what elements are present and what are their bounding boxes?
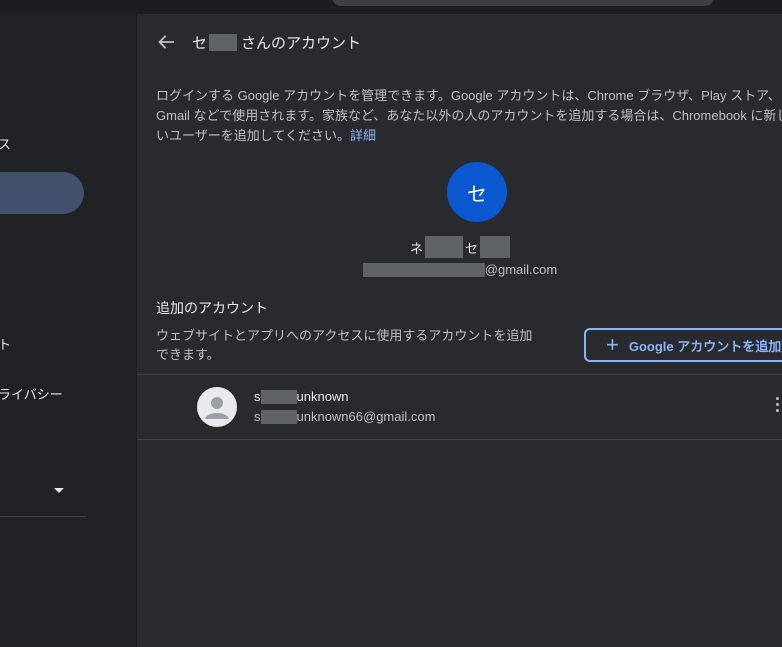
additional-accounts-description: ウェブサイトとアプリへのアクセスに使用するアカウントを追加 できます。 [156,326,556,364]
name-part-2: セ [465,240,479,256]
sidebar-item-active[interactable] [0,172,84,214]
name-part-1: ネ [409,240,423,256]
description-line-3: いユーザーを追加してください。 [156,128,350,143]
account-row: s unknown s unknown66@gmail.com [137,375,782,439]
primary-account-name: ネ セ [137,236,782,258]
email-suffix: @gmail.com [484,262,558,277]
add-google-account-button[interactable]: + Google アカウントを追加 [584,328,782,362]
additional-desc-line-2: できます。 [156,347,220,362]
arrow-left-icon [158,35,174,49]
title-prefix: セ [192,35,208,52]
description: ログインする Google アカウントを管理できます。Google アカウントは… [156,86,782,146]
default-avatar-icon [197,387,237,427]
primary-account-email: @gmail.com [137,262,782,280]
additional-desc-line-1: ウェブサイトとアプリへのアクセスに使用するアカウントを追加 [156,328,533,343]
account-name-suffix: unknown [296,389,349,404]
sidebar-divider [0,516,86,517]
title-suffix: さんのアカウント [241,35,362,52]
learn-more-link[interactable]: 詳細 [350,128,376,143]
redacted-block [480,236,511,258]
account-email: s unknown66@gmail.com [254,409,435,424]
add-button-label: Google アカウントを追加 [628,338,782,354]
redacted-block [260,409,297,424]
primary-avatar: セ [447,162,507,222]
page-title: セ さんのアカウント [192,32,361,53]
redacted-block [362,262,485,277]
search-box[interactable] [332,0,714,6]
back-button[interactable] [155,31,177,53]
redacted-block [209,34,238,51]
plus-icon: + [606,332,619,357]
sidebar-item-2[interactable]: ト [0,334,11,353]
account-name: s unknown [254,389,349,404]
more-vert-dot [775,409,779,412]
redacted-block [425,236,463,258]
top-bar [0,0,782,14]
sidebar-item-1[interactable]: ス [0,134,11,153]
additional-accounts-title: 追加のアカウント [156,300,268,316]
more-options-button[interactable] [773,397,781,417]
account-email-suffix: unknown66@gmail.com [296,409,436,424]
more-vert-icon [775,397,779,400]
sidebar-item-3[interactable]: ライバシー [0,384,63,403]
description-line-2: Gmail などで使用されます。家族など、あなた以外の人のアカウントを追加する場… [156,108,782,123]
more-vert-dot [775,403,779,406]
redacted-block [260,389,297,404]
description-line-1: ログインする Google アカウントを管理できます。Google アカウントは… [156,88,781,103]
accounts-panel: セ さんのアカウント ログインする Google アカウントを管理できます。Go… [136,14,782,647]
row-divider [137,439,782,440]
sidebar: ス ト ライバシー [0,14,136,647]
chevron-down-icon[interactable] [54,488,64,493]
